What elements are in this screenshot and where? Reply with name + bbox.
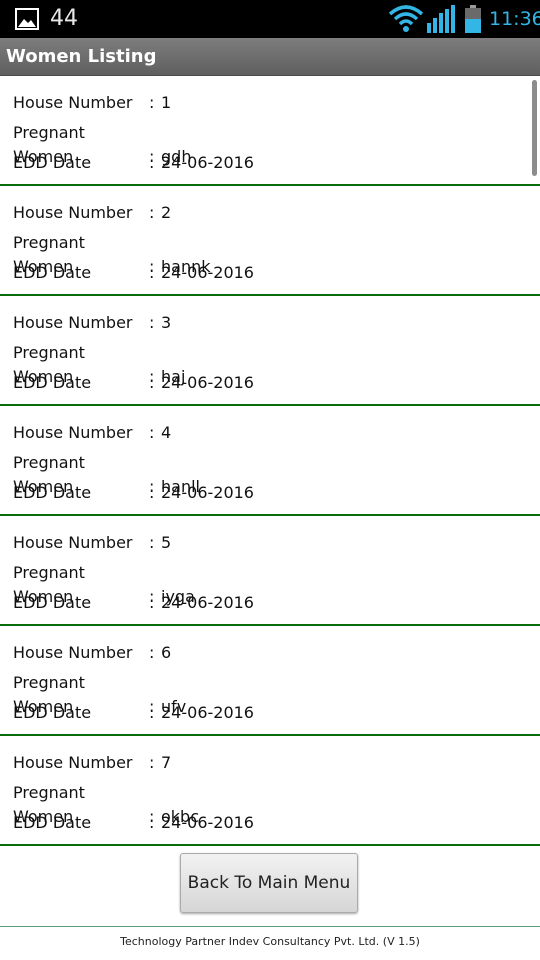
footer-divider [0, 926, 540, 927]
house-number-value: 6 [161, 643, 172, 662]
pregnant-women-row: Pregnant Women: hannk [13, 231, 211, 276]
house-number-label: House Number [13, 93, 133, 112]
house-number-row: House Number:3 [13, 311, 171, 335]
house-number-row: House Number:7 [13, 751, 171, 775]
gallery-icon [15, 8, 39, 30]
house-number-label: House Number [13, 313, 133, 332]
edd-date-value: 24-06-2016 [161, 153, 254, 172]
list-item[interactable]: House Number:3 Pregnant Women: haj EDD Da… [0, 296, 540, 406]
house-number-value: 7 [161, 753, 172, 772]
separator: : [149, 753, 155, 772]
separator: : [149, 703, 155, 722]
separator: : [149, 533, 155, 552]
pregnant-women-row: Pregnant Women: gdh [13, 121, 191, 166]
status-time: 11:36 [489, 8, 540, 30]
edd-date-value: 24-06-2016 [161, 703, 254, 722]
wifi-icon [388, 5, 424, 32]
pregnant-women-row: Pregnant Women: iyga [13, 561, 195, 606]
house-number-label: House Number [13, 643, 133, 662]
separator: : [149, 203, 155, 222]
signal-icon [427, 5, 455, 33]
women-list[interactable]: House Number:1 Pregnant Women: gdh EDD Da… [0, 76, 540, 846]
status-bar: 44 11:36 [0, 0, 540, 38]
list-item[interactable]: House Number:1 Pregnant Women: gdh EDD Da… [0, 76, 540, 186]
edd-date-row: EDD Date:24-06-2016 [13, 151, 254, 175]
edd-date-row: EDD Date:24-06-2016 [13, 371, 254, 395]
edd-date-label: EDD Date [13, 263, 92, 282]
edd-date-row: EDD Date:24-06-2016 [13, 481, 254, 505]
house-number-label: House Number [13, 203, 133, 222]
list-item[interactable]: House Number:2 Pregnant Women: hannk EDD … [0, 186, 540, 296]
house-number-label: House Number [13, 753, 133, 772]
page-title: Women Listing [6, 46, 157, 67]
edd-date-value: 24-06-2016 [161, 813, 254, 832]
house-number-label: House Number [13, 423, 133, 442]
list-item[interactable]: House Number:6 Pregnant Women: ufv EDD Da… [0, 626, 540, 736]
edd-date-label: EDD Date [13, 593, 92, 612]
separator: : [149, 93, 155, 112]
list-item[interactable]: House Number:4 Pregnant Women: hanll EDD … [0, 406, 540, 516]
edd-date-row: EDD Date:24-06-2016 [13, 261, 254, 285]
pregnant-women-row: Pregnant Women: okbc [13, 781, 199, 826]
separator: : [149, 643, 155, 662]
house-number-label: House Number [13, 533, 133, 552]
house-number-value: 5 [161, 533, 172, 552]
edd-date-label: EDD Date [13, 483, 92, 502]
edd-date-label: EDD Date [13, 153, 92, 172]
house-number-row: House Number:1 [13, 91, 171, 115]
separator: : [149, 373, 155, 392]
house-number-row: House Number:5 [13, 531, 171, 555]
list-scrollbar[interactable] [532, 80, 537, 176]
list-item[interactable]: House Number:5 Pregnant Women: iyga EDD D… [0, 516, 540, 626]
edd-date-value: 24-06-2016 [161, 263, 254, 282]
button-area: Back To Main Menu [0, 846, 540, 926]
separator: : [149, 313, 155, 332]
edd-date-label: EDD Date [13, 703, 92, 722]
house-number-value: 4 [161, 423, 172, 442]
edd-date-row: EDD Date:24-06-2016 [13, 701, 254, 725]
separator: : [149, 263, 155, 282]
battery-icon [465, 5, 481, 33]
footer-credit: Technology Partner Indev Consultancy Pvt… [120, 935, 420, 948]
house-number-row: House Number:6 [13, 641, 171, 665]
pregnant-women-row: Pregnant Women: ufv [13, 671, 186, 716]
house-number-value: 1 [161, 93, 172, 112]
title-bar: Women Listing [0, 38, 540, 76]
house-number-value: 2 [161, 203, 172, 222]
house-number-value: 3 [161, 313, 172, 332]
list-item[interactable]: House Number:7 Pregnant Women: okbc EDD D… [0, 736, 540, 846]
pregnant-women-row: Pregnant Women: hanll [13, 451, 200, 496]
edd-date-row: EDD Date:24-06-2016 [13, 591, 254, 615]
separator: : [149, 153, 155, 172]
edd-date-value: 24-06-2016 [161, 373, 254, 392]
separator: : [149, 483, 155, 502]
house-number-row: House Number:2 [13, 201, 171, 225]
house-number-row: House Number:4 [13, 421, 171, 445]
edd-date-label: EDD Date [13, 813, 92, 832]
edd-date-value: 24-06-2016 [161, 593, 254, 612]
separator: : [149, 423, 155, 442]
separator: : [149, 593, 155, 612]
edd-date-row: EDD Date:24-06-2016 [13, 811, 254, 835]
edd-date-label: EDD Date [13, 373, 92, 392]
notification-count: 44 [50, 6, 78, 31]
back-to-main-menu-button[interactable]: Back To Main Menu [180, 853, 358, 913]
edd-date-value: 24-06-2016 [161, 483, 254, 502]
pregnant-women-row: Pregnant Women: haj [13, 341, 185, 386]
separator: : [149, 813, 155, 832]
